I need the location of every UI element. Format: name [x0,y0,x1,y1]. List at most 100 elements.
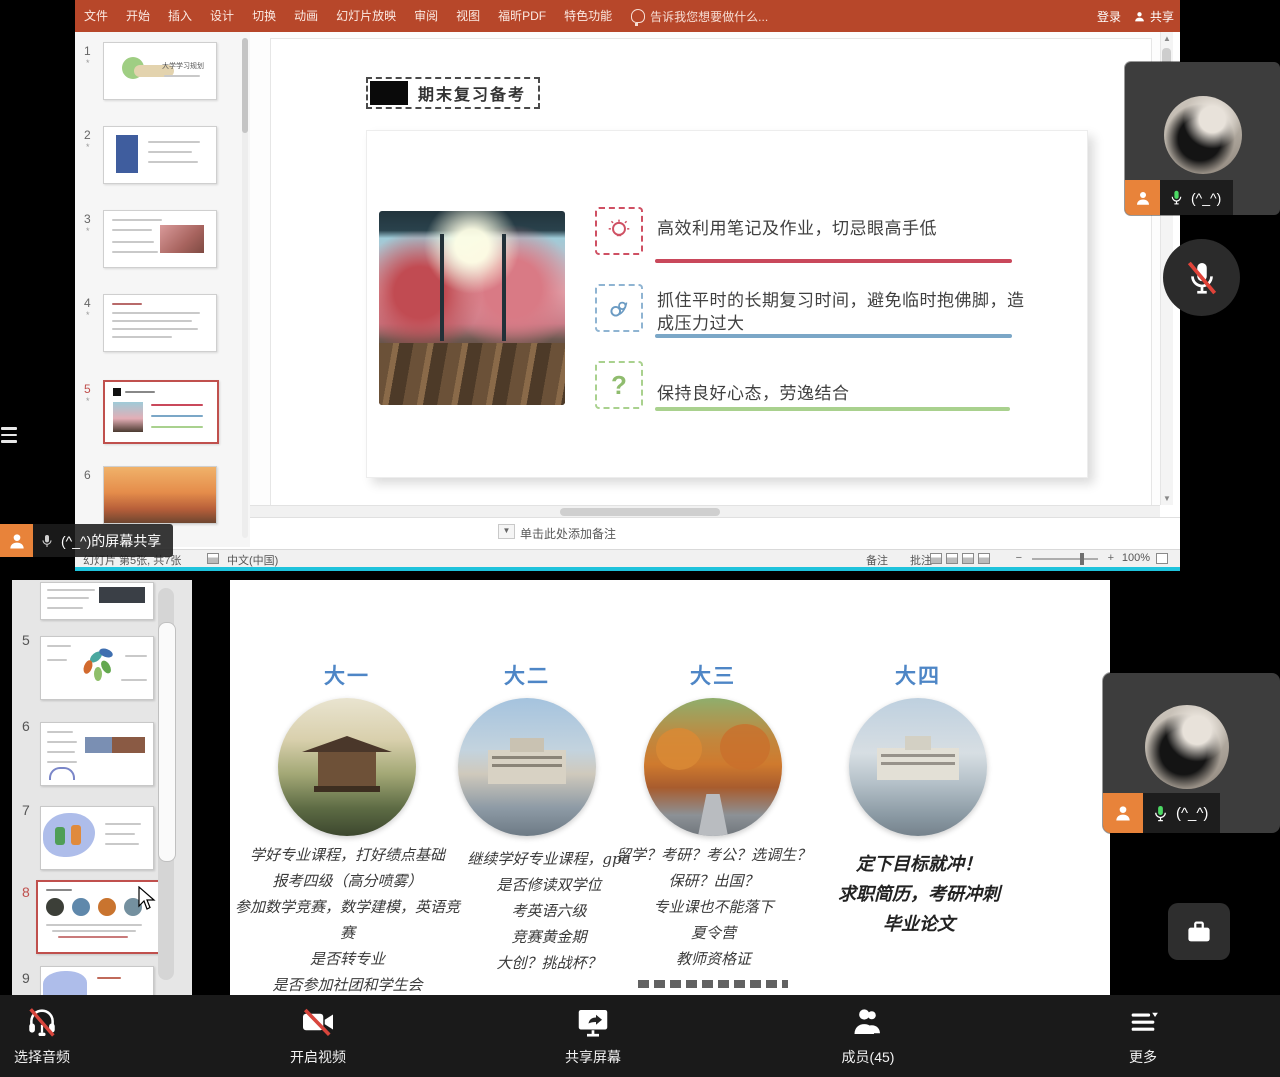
screen-share-label: (^_^)的屏幕共享 [33,524,173,557]
shared-thumb-7[interactable] [40,806,154,870]
zoom-level[interactable]: 100% [1122,552,1150,564]
shared-thumb-4-partial[interactable] [40,582,154,620]
thumb-number: 9 [22,970,30,986]
bullet-1-text: 高效利用笔记及作业，切忌眼高手低 [657,214,1027,239]
thumb-number: 7 [22,802,30,818]
slide-thumbnail-panel: 1 * 大学学习规划 2 * 3 * [75,32,251,547]
share-screen-icon [574,1003,612,1041]
ribbon-tab-view[interactable]: 视图 [447,0,489,32]
year3-notes: 留学？考研？考公？选调生？ 保研？出国？ 专业课也不能落下 夏令营 教师资格证 [606,842,821,972]
notes-collapse-button[interactable]: ▼ [498,524,515,539]
zoom-in-button[interactable]: + [1108,552,1114,564]
mic-on-icon [1168,189,1185,206]
classroom-photo [379,211,565,405]
participant-name: (^_^) [1191,190,1221,206]
ribbon-tab-file[interactable]: 文件 [75,0,117,32]
notes-placeholder[interactable]: 单击此处添加备注 [520,525,616,542]
slide-edit-area: 期末复习备考 高效利用笔记及作业，切忌眼高手低 [250,32,1160,505]
slide-thumbnail-4[interactable] [103,294,217,352]
mic-icon [39,533,55,549]
more-menu-icon [1124,1003,1162,1041]
slide-title: 期末复习备考 [408,81,536,105]
lightbulb-bullet-icon [595,207,643,255]
share-button-label: 共享 [1150,8,1174,25]
ribbon-tab-slideshow[interactable]: 幻灯片放映 [327,0,405,32]
spellcheck-icon[interactable] [207,552,223,564]
zoom-out-button[interactable]: − [1016,552,1022,564]
slide-thumbnail-1[interactable]: 大学学习规划 [103,42,217,100]
scroll-up-icon[interactable]: ▲ [1163,34,1171,43]
bullet-3-underline [655,407,1010,411]
select-audio-button[interactable]: 选择音频 [0,1003,84,1067]
slide-title-placeholder[interactable]: 期末复习备考 [366,77,540,109]
year1-notes: 学好专业课程，打好绩点基础 报考四级（高分喷雾） 参加数学竞赛，数学建模，英语竞… [235,842,460,995]
bullet-3-text: 保持良好心态，劳逸结合 [657,379,1027,404]
slide-canvas: 期末复习备考 高效利用笔记及作业，切忌眼高手低 [270,38,1152,505]
webcam-tile[interactable]: (^_^) [1125,62,1280,215]
thumb-number: 3 [84,212,91,226]
side-menu-icon[interactable] [1,427,17,447]
toolbox-icon[interactable] [1168,903,1230,960]
thumb-number: 5 [22,632,30,648]
language-status[interactable]: 中文(中国) [227,552,278,568]
presenter-badge-icon [0,524,33,557]
scroll-down-icon[interactable]: ▼ [1163,494,1171,503]
view-buttons[interactable] [930,552,994,564]
meeting-toolbar: 选择音频 开启视频 共享屏幕 成员(45) 更多 [0,995,1280,1077]
ribbon-tab-review[interactable]: 审阅 [405,0,447,32]
muted-mic-button[interactable] [1163,239,1240,316]
start-video-button[interactable]: 开启视频 [258,1003,378,1067]
thumb-number: 2 [84,128,91,142]
notes-pane[interactable]: ▼ 单击此处添加备注 [250,517,1180,550]
comments-toggle[interactable]: 批注 [910,552,932,568]
thumb-number: 4 [84,296,91,310]
bullet-2-underline [655,334,1012,338]
login-button[interactable]: 登录 [1097,8,1121,25]
ribbon-tab-insert[interactable]: 插入 [159,0,201,32]
share-screen-button[interactable]: 共享屏幕 [533,1003,653,1067]
notes-toggle[interactable]: 备注 [866,552,888,568]
thumb1-title: 大学学习规划 [162,61,204,71]
year1-header: 大一 [287,660,407,690]
animation-star-icon: * [86,396,90,406]
ribbon-tab-home[interactable]: 开始 [117,0,159,32]
more-button[interactable]: 更多 [1083,1003,1203,1067]
presenter-badge-icon [1125,180,1160,215]
ppt-ribbon: 文件 开始 插入 设计 切换 动画 幻灯片放映 审阅 视图 福昕PDF 特色功能… [75,0,1180,32]
tell-me-search[interactable]: 告诉我您想要做什么... [631,8,768,25]
members-button[interactable]: 成员(45) [808,1003,928,1067]
bullet-2-text: 抓住平时的长期复习时间，避免临时抱佛脚，造成压力过大 [657,289,1039,335]
slide-thumbnail-2[interactable] [103,126,217,184]
presenter-badge-icon [1103,793,1143,833]
camera-off-icon [299,1003,337,1041]
slide-thumbnail-5-selected[interactable] [103,380,219,444]
shared-thumb-9-partial[interactable] [40,966,154,995]
question-bullet-icon: ? [595,361,643,409]
ppt-status-bar: 幻灯片 第5张, 共7张 中文(中国) 备注 批注 − + 100% [75,549,1180,568]
thumb-number-selected: 8 [22,884,30,900]
ribbon-tab-transitions[interactable]: 切换 [243,0,285,32]
shared-thumb-5[interactable] [40,636,154,700]
fit-slide-icon[interactable] [1156,552,1172,564]
year4-building-photo [849,698,987,836]
year3-header: 大三 [653,660,773,690]
zoom-slider[interactable] [1032,558,1098,560]
ribbon-tab-animations[interactable]: 动画 [285,0,327,32]
slide-thumbnail-6[interactable] [103,466,217,524]
avatar [1164,96,1242,174]
shared-thumb-6[interactable] [40,722,154,786]
meeting-app-window: 文件 开始 插入 设计 切换 动画 幻灯片放映 审阅 视图 福昕PDF 特色功能… [0,0,1280,1077]
ribbon-tab-foxit-pdf[interactable]: 福昕PDF [489,0,555,32]
year4-notes: 定下目标就冲！ 求职简历，考研冲刺 毕业论文 [810,850,1028,940]
animation-star-icon: * [86,310,90,320]
slide-thumbnail-3[interactable] [103,210,217,268]
webcam-tile[interactable]: (^_^) [1103,673,1280,833]
share-border-accent [75,567,1180,571]
ribbon-tab-design[interactable]: 设计 [201,0,243,32]
shared-thumbnail-panel: 5 6 7 8 [12,580,192,995]
bullet-1-underline [655,259,1012,263]
zoom-slider-thumb[interactable] [1080,553,1084,565]
ribbon-tab-special-features[interactable]: 特色功能 [555,0,621,32]
share-button[interactable]: 共享 [1133,8,1174,25]
animation-star-icon: * [86,58,90,68]
